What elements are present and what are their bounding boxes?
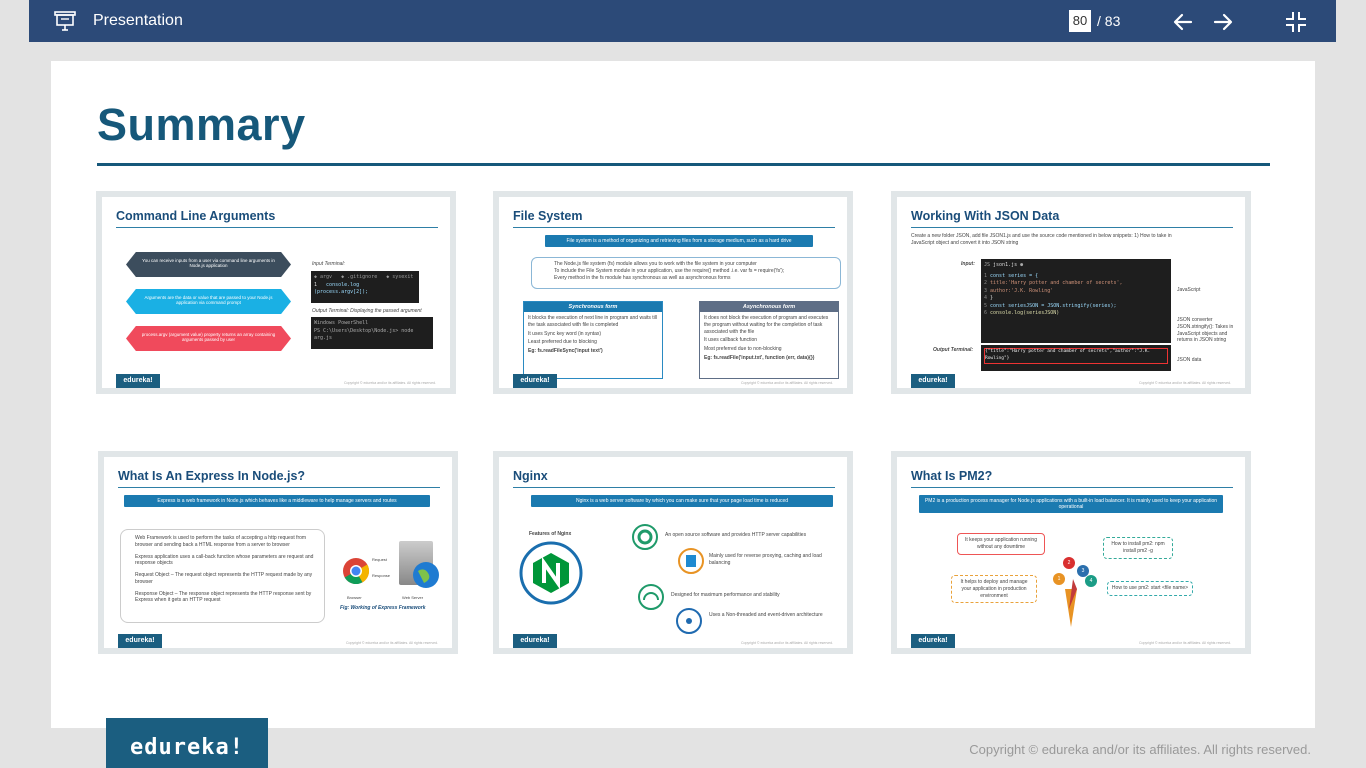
feature-icon xyxy=(676,608,702,634)
card-command-line-arguments: Command Line Arguments You can receive i… xyxy=(96,191,456,394)
hexagon-bullet: Arguments are the data or value that are… xyxy=(126,289,291,314)
edureka-logo: edureka! xyxy=(513,634,557,648)
card-title: What Is An Express In Node.js? xyxy=(118,469,306,483)
presentation-toolbar: Presentation 80 / 83 xyxy=(29,0,1336,42)
edureka-logo: edureka! xyxy=(911,634,955,648)
express-bullets: Web Framework is used to perform the tas… xyxy=(120,529,325,623)
presentation-title: Presentation xyxy=(93,12,183,29)
slide: Summary Command Line Arguments You can r… xyxy=(51,61,1315,728)
next-slide-button[interactable] xyxy=(1211,10,1235,34)
feature-icon xyxy=(632,524,658,550)
step-circle: 4 xyxy=(1085,575,1097,587)
definition-banner: PM2 is a production process manager for … xyxy=(919,495,1223,513)
chrome-browser-icon xyxy=(343,558,370,585)
definition-banner: File system is a method of organizing an… xyxy=(545,235,813,247)
edureka-footer-logo: edureka! xyxy=(106,718,268,768)
page-total: / 83 xyxy=(1097,13,1121,29)
card-title: Nginx xyxy=(513,469,548,483)
sync-box: Synchronous form It blocks the execution… xyxy=(523,301,663,379)
edureka-logo: edureka! xyxy=(118,634,162,648)
edureka-logo: edureka! xyxy=(911,374,955,388)
page-number-input[interactable]: 80 xyxy=(1069,10,1091,32)
card-nginx: Nginx Nginx is a web server software by … xyxy=(493,451,853,654)
definition-banner: Nginx is a web server software by which … xyxy=(531,495,833,507)
output-label: Output Terminal: Displaying the passed a… xyxy=(312,308,422,314)
json-code-editor: JS json1.js ● 1 const series = { 2 title… xyxy=(981,259,1171,343)
footer-copyright: Copyright © edureka and/or its affiliate… xyxy=(969,742,1311,757)
hexagon-bullet: process.argv (argument value) property r… xyxy=(126,326,291,351)
card-pm2: What Is PM2? PM2 is a production process… xyxy=(891,451,1251,654)
card-express: What Is An Express In Node.js? Express i… xyxy=(98,451,458,654)
card-json-data: Working With JSON Data Create a new fold… xyxy=(891,191,1251,394)
previous-slide-button[interactable] xyxy=(1171,10,1195,34)
definition-banner: Express is a web framework in Node.js wh… xyxy=(124,495,430,507)
edureka-logo: edureka! xyxy=(513,374,557,388)
feature-icon xyxy=(678,548,704,574)
output-terminal: Windows PowerShell PS C:\Users\Desktop\N… xyxy=(311,317,433,349)
async-box: Asynchronous form It does not block the … xyxy=(699,301,839,379)
card-file-system: File System File system is a method of o… xyxy=(493,191,853,394)
card-title: Command Line Arguments xyxy=(116,209,276,223)
exit-fullscreen-button[interactable] xyxy=(1284,10,1308,34)
feature-icon xyxy=(638,584,664,610)
hexagon-bullet: You can receive inputs from a user via c… xyxy=(126,252,291,277)
edureka-logo: edureka! xyxy=(116,374,160,388)
input-terminal: ◆ argv ◆ .gitignore ◆ sysexit 1 console.… xyxy=(311,271,419,303)
title-divider xyxy=(97,163,1270,166)
step-circle: 2 xyxy=(1063,557,1075,569)
card-title: File System xyxy=(513,209,583,223)
card-title: Working With JSON Data xyxy=(911,209,1060,223)
input-label: Input Terminal: xyxy=(312,261,345,267)
presentation-icon xyxy=(54,11,76,31)
slide-title: Summary xyxy=(97,99,306,150)
step-circle: 1 xyxy=(1053,573,1065,585)
card-title: What Is PM2? xyxy=(911,469,993,483)
intro-box: The Node.js file system (fs) module allo… xyxy=(531,257,841,289)
json-output-terminal: {"title":"Harry potter and chamber of se… xyxy=(981,345,1171,371)
nginx-logo xyxy=(519,541,583,605)
globe-icon xyxy=(413,562,439,588)
